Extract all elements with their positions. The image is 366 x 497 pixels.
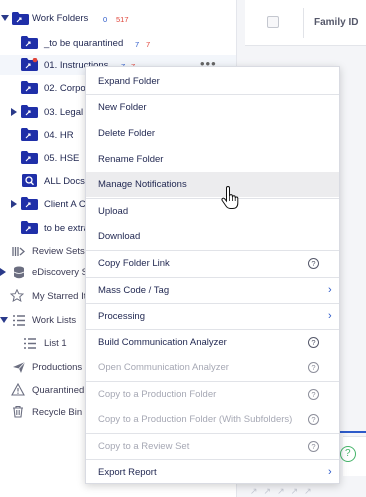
folder-icon [21,36,38,49]
tree-item-to-be-quarantined[interactable]: _to be quarantined 7 7 [0,33,236,53]
menu-item-label: Export Report [98,467,157,478]
search-folder-icon [21,174,38,187]
help-icon[interactable]: ? [308,441,319,452]
nav-label: Quarantined [32,385,85,396]
hand-cursor-icon [221,186,239,209]
menu-item-build-communication-analyzer[interactable]: Build Communication Analyzer ? [86,330,339,355]
nav-label: List 1 [44,338,67,349]
tree-item-label: 02. Corpo [44,83,86,94]
menu-item-processing[interactable]: Processing › [86,304,339,329]
folder-icon [21,128,38,141]
help-icon[interactable]: ? [308,258,319,269]
folder-icon [12,12,29,25]
caret-down-icon[interactable] [1,15,9,21]
menu-item-copy-to-production-folder-with-subfolders: Copy to a Production Folder (With Subfol… [86,407,339,432]
tree-item-label: 04. HR [44,130,74,141]
menu-item-label: New Folder [98,102,147,113]
menu-item-label: Copy to a Production Folder (With Subfol… [98,414,293,425]
pager-arrows-icon: ↗↗↗↗↗ [250,486,318,496]
tree-item-label: Client A C [44,199,86,210]
tree-root-count-new: 517 [116,15,129,24]
list-icon [23,337,37,350]
help-icon[interactable]: ? [308,389,319,400]
menu-item-label: Upload [98,206,129,217]
selection-underline [340,431,366,433]
menu-item-export-report[interactable]: Export Report › [86,460,339,485]
folder-icon [21,197,38,210]
folder-icon [21,105,38,118]
trash-icon [11,405,25,418]
caret-right-icon[interactable] [11,200,17,208]
column-divider [303,8,304,38]
menu-item-delete-folder[interactable]: Delete Folder [86,121,339,146]
folder-icon [21,58,38,71]
nav-label: eDiscovery S [32,267,88,278]
status-help-icon[interactable]: ? [340,446,356,462]
menu-item-label: Rename Folder [98,154,164,165]
chevron-right-icon: › [328,466,332,478]
help-icon[interactable]: ? [308,337,319,348]
caret-right-icon[interactable] [11,108,17,116]
tree-item-label: ALL Docs [44,176,85,187]
help-icon[interactable]: ? [308,414,319,425]
menu-item-copy-folder-link[interactable]: Copy Folder Link ? [86,251,339,276]
menu-item-new-folder[interactable]: New Folder [86,95,339,120]
tree-item-count-total: 7 [135,40,140,49]
menu-item-open-communication-analyzer: Open Communication Analyzer ? [86,355,339,380]
review-sets-icon [12,245,26,258]
tree-item-label: 05. HSE [44,153,80,164]
nav-label: Work Lists [32,315,77,326]
menu-item-label: Manage Notifications [98,179,187,190]
help-icon[interactable]: ? [308,362,319,373]
menu-item-label: Expand Folder [98,76,160,87]
nav-label: Productions [32,362,83,373]
menu-item-rename-folder[interactable]: Rename Folder [86,147,339,172]
menu-item-label: Open Communication Analyzer [98,362,229,373]
menu-item-label: Copy to a Review Set [98,441,190,452]
menu-item-label: Copy to a Production Folder [98,389,217,400]
nav-label: My Starred It [32,291,87,302]
folder-context-menu: Expand Folder New Folder Delete Folder R… [85,66,340,484]
menu-item-upload[interactable]: Upload [86,199,339,224]
select-all-checkbox[interactable] [267,16,279,28]
menu-item-label: Mass Code / Tag [98,285,170,296]
chevron-right-icon: › [328,310,332,322]
menu-item-label: Copy Folder Link [98,258,170,269]
menu-item-label: Build Communication Analyzer [98,337,227,348]
folder-icon [21,221,38,234]
tree-item-label: to be extra [44,223,89,234]
menu-item-manage-notifications[interactable]: Manage Notifications [86,172,339,197]
tree-item-count-new: 7 [146,40,151,49]
menu-item-label: Delete Folder [98,128,156,139]
menu-item-label: Processing [98,311,145,322]
menu-item-download[interactable]: Download [86,224,339,249]
tree-root-work-folders[interactable]: Work Folders 0 517 [0,8,236,28]
menu-item-copy-to-review-set: Copy to a Review Set ? [86,434,339,459]
menu-item-copy-to-production-folder: Copy to a Production Folder ? [86,382,339,407]
nav-label: Recycle Bin [32,407,83,418]
tree-item-label: 03. Legal [44,107,84,118]
send-icon [12,361,26,374]
menu-item-mass-code-tag[interactable]: Mass Code / Tag › [86,278,339,303]
tree-root-count-total: 0 [103,15,108,24]
folder-icon [21,151,38,164]
nav-label: Review Sets [32,246,85,257]
warning-icon [11,383,25,396]
menu-item-expand-folder[interactable]: Expand Folder [86,69,339,94]
app-window: Work Folders 0 517 _to be quarantined 7 … [0,0,366,497]
column-header-family-id[interactable]: Family ID [314,17,358,28]
tree-root-label: Work Folders [32,13,89,24]
caret-right-icon[interactable] [0,268,6,276]
database-icon [12,266,26,279]
star-icon [10,289,24,302]
list-icon [12,314,26,327]
folder-icon [21,81,38,94]
menu-item-label: Download [98,231,141,242]
status-help-glyph: ? [345,448,351,459]
caret-down-icon[interactable] [0,317,8,323]
tree-item-label: _to be quarantined [44,38,124,49]
chevron-right-icon: › [328,284,332,296]
